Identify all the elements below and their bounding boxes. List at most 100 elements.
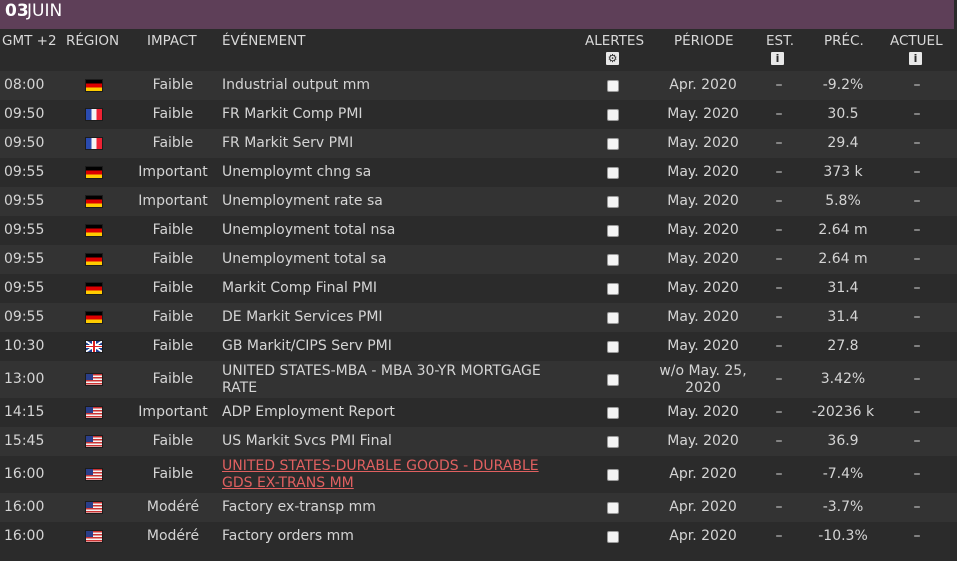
fr-flag-icon <box>86 138 102 149</box>
event-time: 09:55 <box>4 309 45 325</box>
us-flag-icon <box>86 469 102 480</box>
event-time: 10:30 <box>4 338 45 354</box>
impact-level: Important <box>138 193 208 209</box>
event-time: 16:00 <box>4 528 45 544</box>
event-time: 09:55 <box>4 164 45 180</box>
table-row[interactable]: 14:15 Important ADP Employment Report May. … <box>0 398 957 427</box>
alert-checkbox[interactable] <box>607 109 619 121</box>
event-time: 08:00 <box>4 77 45 93</box>
event-previous: 36.9 <box>827 433 859 449</box>
alert-checkbox[interactable] <box>607 80 619 92</box>
event-actual: – <box>913 528 921 544</box>
event-previous: -10.3% <box>818 528 868 544</box>
table-row[interactable]: 09:55 Faible Unemployment total nsa May. 20… <box>0 216 957 245</box>
event-previous: -3.7% <box>822 499 864 515</box>
event-period: May. 2020 <box>667 193 739 209</box>
event-estimate: – <box>775 404 783 420</box>
table-row[interactable]: 16:00 Modéré Factory orders mm Apr. 2020 – -1… <box>0 522 957 551</box>
alert-checkbox[interactable] <box>607 283 619 295</box>
event-estimate: – <box>775 309 783 325</box>
event-period: Apr. 2020 <box>669 466 737 482</box>
event-name: FR Markit Serv PMI <box>222 135 354 151</box>
event-actual: – <box>913 164 921 180</box>
table-row[interactable]: 09:55 Important Unemployment rate sa May. 2… <box>0 187 957 216</box>
event-period: May. 2020 <box>667 338 739 354</box>
table-row[interactable]: 09:55 Important Unemploymt chng sa May. 202… <box>0 158 957 187</box>
date-day: 03 <box>5 1 29 21</box>
event-time: 09:50 <box>4 106 45 122</box>
fr-flag-icon <box>86 109 102 120</box>
alert-checkbox[interactable] <box>607 341 619 353</box>
info-icon[interactable]: i <box>771 52 784 65</box>
event-time: 09:50 <box>4 135 45 151</box>
col-alerts: ALERTES <box>585 33 645 49</box>
event-period: May. 2020 <box>667 433 739 449</box>
impact-level: Faible <box>152 222 194 238</box>
table-row[interactable]: 09:55 Faible Unemployment total sa May. 202… <box>0 245 957 274</box>
table-row[interactable]: 16:00 Modéré Factory ex-transp mm Apr. 2020… <box>0 493 957 522</box>
col-prec: PRÉC. <box>824 33 864 49</box>
event-period: May. 2020 <box>667 106 739 122</box>
us-flag-icon <box>86 374 102 385</box>
event-actual: – <box>913 499 921 515</box>
event-estimate: – <box>775 251 783 267</box>
event-actual: – <box>913 222 921 238</box>
event-previous: 30.5 <box>827 106 859 122</box>
col-period: PÉRIODE <box>674 33 734 49</box>
event-previous: 27.8 <box>827 338 859 354</box>
event-estimate: – <box>775 433 783 449</box>
event-actual: – <box>913 251 921 267</box>
col-est: EST. <box>766 33 795 49</box>
de-flag-icon <box>86 196 102 207</box>
event-previous: 373 k <box>823 164 863 180</box>
table-row[interactable]: 08:00 Faible Industrial output mm Apr. 2020… <box>0 71 957 100</box>
alert-checkbox[interactable] <box>607 407 619 419</box>
event-time: 15:45 <box>4 433 45 449</box>
event-previous: 29.4 <box>827 135 859 151</box>
table-row[interactable]: 09:50 Faible FR Markit Comp PMI May. 2020 – 3… <box>0 100 957 129</box>
table-row[interactable]: 13:00 Faible UNITED STATES-MBA - MBA 30-YR… <box>0 361 957 398</box>
event-actual: – <box>913 466 921 482</box>
event-period: Apr. 2020 <box>669 77 737 93</box>
event-previous: -7.4% <box>822 466 864 482</box>
us-flag-icon <box>86 407 102 418</box>
table-row[interactable]: 09:55 Faible Markit Comp Final PMI May. 202… <box>0 274 957 303</box>
alert-checkbox[interactable] <box>607 225 619 237</box>
event-name: Unemployment total sa <box>222 251 387 267</box>
alert-checkbox[interactable] <box>607 138 619 150</box>
event-estimate: – <box>775 193 783 209</box>
alert-checkbox[interactable] <box>607 531 619 543</box>
de-flag-icon <box>86 254 102 265</box>
table-row[interactable]: 10:30 Faible GB Markit/CIPS Serv PMI May. 2… <box>0 332 957 361</box>
gear-icon[interactable]: ⚙ <box>606 52 619 65</box>
event-time: 13:00 <box>4 371 45 387</box>
event-name: Unemployment total nsa <box>222 222 396 238</box>
alert-checkbox[interactable] <box>607 312 619 324</box>
event-previous: 2.64 m <box>818 222 868 238</box>
alert-checkbox[interactable] <box>607 436 619 448</box>
event-period: May. 2020 <box>667 251 739 267</box>
impact-level: Important <box>138 164 208 180</box>
alert-checkbox[interactable] <box>607 469 619 481</box>
event-estimate: – <box>775 528 783 544</box>
impact-level: Important <box>138 404 208 420</box>
table-row[interactable]: 15:45 Faible US Markit Svcs PMI Final May. … <box>0 427 957 456</box>
event-name: UNITED STATES-MBA - MBA 30-YR MORTGAGE R… <box>222 363 541 396</box>
event-period: Apr. 2020 <box>669 528 737 544</box>
alert-checkbox[interactable] <box>607 196 619 208</box>
alert-checkbox[interactable] <box>607 167 619 179</box>
alert-checkbox[interactable] <box>607 374 619 386</box>
table-row[interactable]: 16:00 Faible UNITED STATES-DURABLE GOODS -… <box>0 456 957 493</box>
event-name[interactable]: UNITED STATES-DURABLE GOODS - DURABLE GD… <box>222 458 567 492</box>
alert-checkbox[interactable] <box>607 502 619 514</box>
info-icon[interactable]: i <box>909 52 922 65</box>
event-estimate: – <box>775 338 783 354</box>
table-row[interactable]: 09:55 Faible DE Markit Services PMI May. 20… <box>0 303 957 332</box>
event-time: 16:00 <box>4 499 45 515</box>
alert-checkbox[interactable] <box>607 254 619 266</box>
event-previous: 5.8% <box>825 193 861 209</box>
event-previous: 2.64 m <box>818 251 868 267</box>
col-impact: IMPACT <box>147 33 197 49</box>
event-estimate: – <box>775 499 783 515</box>
table-row[interactable]: 09:50 Faible FR Markit Serv PMI May. 2020 – 2… <box>0 129 957 158</box>
